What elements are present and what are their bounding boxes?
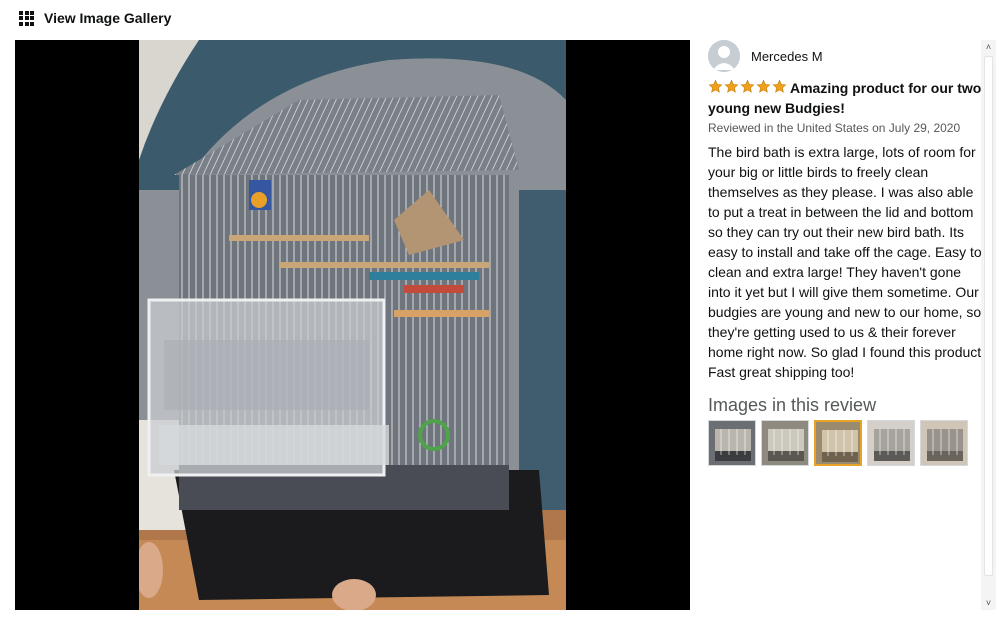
review-panel: Mercedes M Amazing product for our two y… <box>708 40 986 466</box>
review-thumbnail[interactable] <box>761 420 809 466</box>
images-in-review-heading: Images in this review <box>708 395 877 415</box>
reviewer-profile[interactable]: Mercedes M <box>708 40 986 72</box>
scroll-down-arrow-icon[interactable]: ˅ <box>981 596 996 610</box>
review-photo <box>139 40 566 610</box>
scroll-thumb[interactable] <box>984 56 993 576</box>
star-icon <box>740 79 755 93</box>
reviewer-name: Mercedes M <box>751 48 823 64</box>
star-icon <box>724 79 739 93</box>
review-date: Reviewed in the United States on July 29… <box>708 121 961 135</box>
star-icon <box>708 79 723 93</box>
review-thumbnails <box>708 420 986 466</box>
review-scrollbar[interactable]: ˄ ˅ <box>981 40 996 610</box>
grid-icon <box>19 10 34 26</box>
image-viewer[interactable] <box>15 40 690 610</box>
review-body: The bird bath is extra large, lots of ro… <box>708 144 986 380</box>
star-rating <box>708 79 788 94</box>
scroll-up-arrow-icon[interactable]: ˄ <box>981 40 996 54</box>
view-image-gallery-label: View Image Gallery <box>44 10 172 26</box>
avatar <box>708 40 740 72</box>
review-thumbnail[interactable] <box>708 420 756 466</box>
star-icon <box>772 79 787 93</box>
review-thumbnail[interactable] <box>920 420 968 466</box>
review-thumbnail[interactable] <box>814 420 862 466</box>
star-icon <box>756 79 771 93</box>
view-image-gallery-link[interactable]: View Image Gallery <box>19 10 171 26</box>
review-thumbnail[interactable] <box>867 420 915 466</box>
review-heading: Amazing product for our two young new Bu… <box>708 78 986 118</box>
